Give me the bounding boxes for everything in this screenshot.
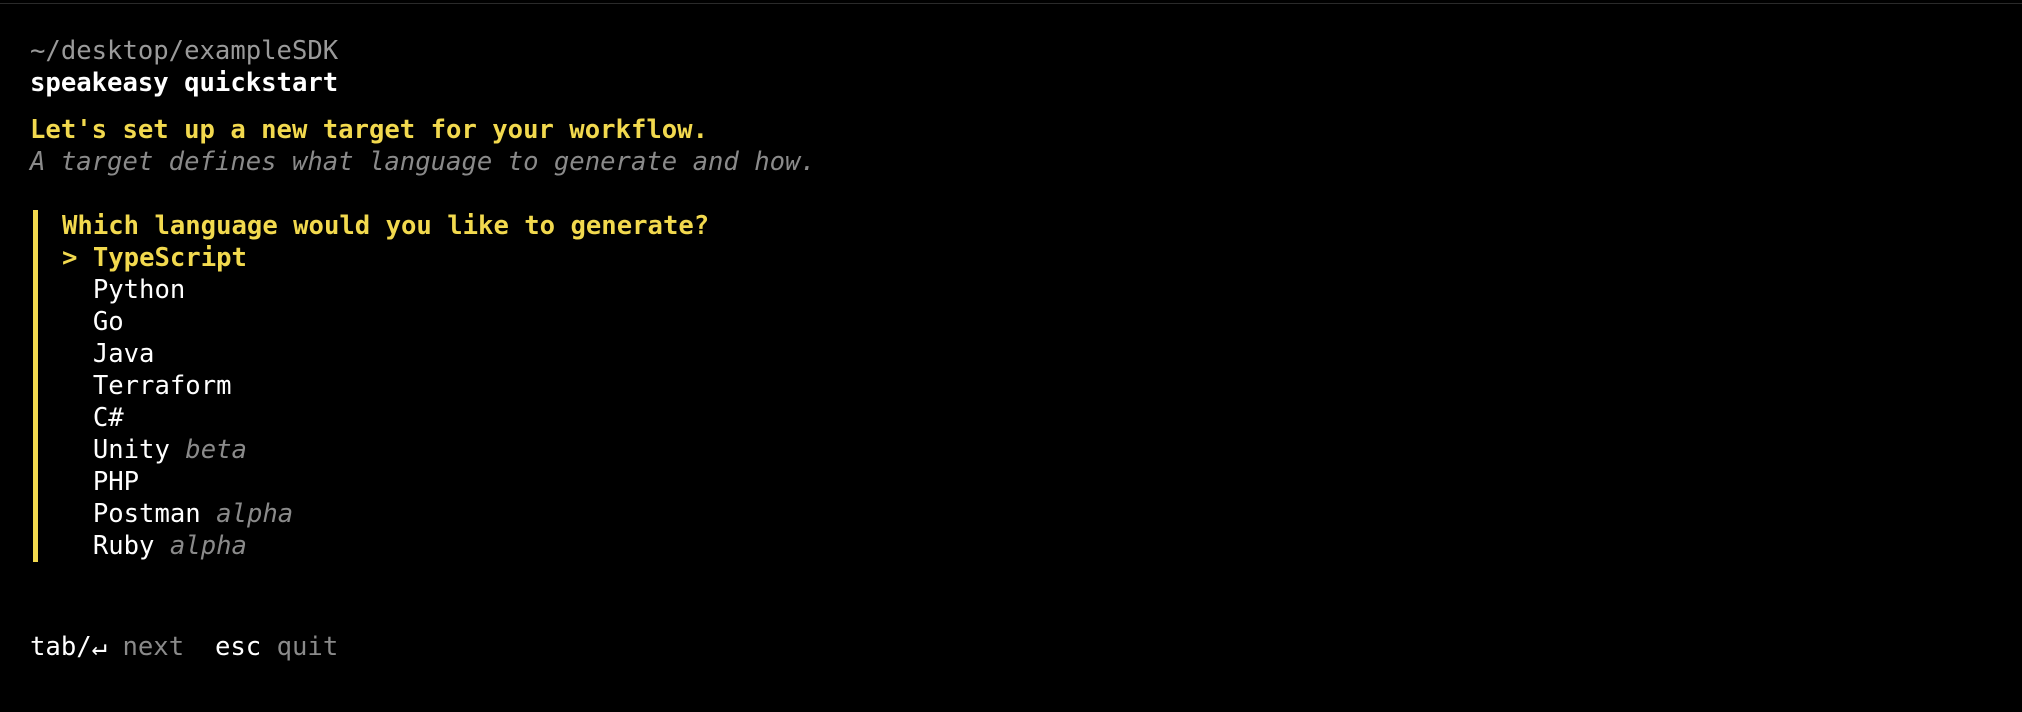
quit-label: quit bbox=[276, 632, 339, 662]
keybinding-help: tab/↵ next esc quit bbox=[30, 631, 338, 663]
working-directory: ~/desktop/exampleSDK bbox=[30, 36, 339, 66]
option-label: C# bbox=[92, 403, 124, 433]
intro-heading: Let's set up a new target for your workf… bbox=[30, 115, 708, 145]
option-label: Java bbox=[92, 339, 155, 369]
prompt-question: Which language would you like to generat… bbox=[62, 211, 710, 241]
option-label: PHP bbox=[92, 467, 140, 497]
window-top-border bbox=[0, 3, 2022, 4]
option-typescript[interactable]: > TypeScript bbox=[62, 242, 816, 274]
option-label: Unity bbox=[92, 435, 170, 465]
intro-subtitle: A target defines what language to genera… bbox=[30, 147, 816, 177]
quit-key-hint[interactable]: esc bbox=[215, 632, 261, 662]
option-ruby[interactable]: Ruby alpha bbox=[62, 530, 816, 562]
option-label: Postman bbox=[92, 499, 201, 529]
option-label: Python bbox=[92, 275, 186, 305]
alpha-tag: alpha bbox=[216, 499, 294, 529]
option-label: Go bbox=[92, 307, 124, 337]
option-terraform[interactable]: Terraform bbox=[62, 370, 816, 402]
option-csharp[interactable]: C# bbox=[62, 402, 816, 434]
language-select-prompt[interactable]: Which language would you like to generat… bbox=[30, 210, 816, 562]
selection-cursor-icon: > bbox=[62, 243, 78, 273]
beta-tag: beta bbox=[185, 435, 247, 465]
option-postman[interactable]: Postman alpha bbox=[62, 498, 816, 530]
terminal-output: ~/desktop/exampleSDK speakeasy quickstar… bbox=[30, 35, 816, 562]
option-label: Ruby bbox=[92, 531, 155, 561]
option-php[interactable]: PHP bbox=[62, 466, 816, 498]
prompt-focus-bar bbox=[33, 210, 38, 562]
option-unity[interactable]: Unity beta bbox=[62, 434, 816, 466]
alpha-tag: alpha bbox=[169, 531, 247, 561]
option-label: Terraform bbox=[92, 371, 232, 401]
next-key-hint[interactable]: tab/↵ bbox=[30, 632, 107, 662]
command-line: speakeasy quickstart bbox=[30, 68, 339, 98]
next-label: next bbox=[122, 632, 185, 662]
option-go[interactable]: Go bbox=[62, 306, 816, 338]
option-java[interactable]: Java bbox=[62, 338, 816, 370]
option-python[interactable]: Python bbox=[62, 274, 816, 306]
option-label: TypeScript bbox=[92, 243, 247, 273]
